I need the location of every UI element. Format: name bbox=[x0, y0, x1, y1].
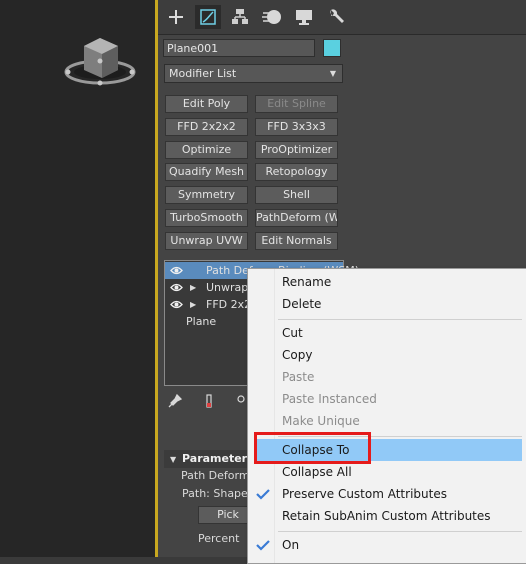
menu-item-collapse-all[interactable]: Collapse All bbox=[248, 461, 526, 483]
modifier-list-label: Modifier List bbox=[169, 67, 237, 80]
modifier-button[interactable]: Shell bbox=[255, 186, 338, 205]
modifier-button[interactable]: Unwrap UVW bbox=[165, 231, 248, 250]
stack-item-label: Plane bbox=[186, 315, 217, 328]
hierarchy-tab[interactable] bbox=[227, 5, 253, 29]
menu-item-label: On bbox=[282, 538, 300, 552]
eye-icon[interactable] bbox=[170, 282, 183, 293]
menu-item-delete[interactable]: Delete bbox=[248, 293, 526, 315]
stack-item-label: Unwrap bbox=[206, 281, 249, 294]
modifier-list-dropdown[interactable]: Modifier List ▼ bbox=[164, 64, 343, 83]
make-unique-icon[interactable] bbox=[236, 394, 246, 413]
menu-item-paste[interactable]: Paste bbox=[248, 366, 526, 388]
parameters-rollout-title: Parameters bbox=[182, 452, 254, 465]
menu-item-label: Collapse All bbox=[282, 465, 352, 479]
modify-tab[interactable] bbox=[195, 5, 221, 29]
object-color-swatch[interactable] bbox=[323, 39, 341, 57]
menu-separator bbox=[278, 319, 522, 320]
menu-item-label: Paste Instanced bbox=[282, 392, 377, 406]
menu-item-label: Copy bbox=[282, 348, 313, 362]
menu-item-on[interactable]: On bbox=[248, 534, 526, 556]
modifier-button[interactable]: Edit Spline bbox=[255, 95, 338, 113]
menu-item-retain-subanim-custom-attributes[interactable]: Retain SubAnim Custom Attributes bbox=[248, 505, 526, 527]
create-tab[interactable] bbox=[163, 5, 189, 29]
collapse-triangle-icon: ▼ bbox=[170, 455, 177, 464]
motion-tab[interactable] bbox=[259, 5, 285, 29]
hierarchy-icon bbox=[232, 9, 248, 24]
chevron-down-icon: ▼ bbox=[329, 69, 336, 78]
checkmark-icon bbox=[256, 540, 270, 551]
modifier-button[interactable]: PathDeform (WSM bbox=[255, 209, 338, 227]
eye-icon[interactable] bbox=[170, 265, 183, 276]
viewport[interactable] bbox=[0, 0, 155, 557]
motion-icon bbox=[262, 10, 281, 24]
expand-triangle-icon[interactable]: ▶ bbox=[190, 296, 196, 313]
path-deform-group-label: Path Deform bbox=[181, 469, 250, 482]
expand-triangle-icon[interactable]: ▶ bbox=[190, 279, 196, 296]
modifier-button[interactable]: TurboSmooth bbox=[165, 209, 248, 227]
modifier-button[interactable]: FFD 3x3x3 bbox=[255, 117, 338, 136]
menu-item-label: Rename bbox=[282, 275, 332, 289]
menu-item-rename[interactable]: Rename bbox=[248, 271, 526, 293]
modifier-button[interactable]: ProOptimizer bbox=[255, 140, 338, 159]
menu-separator bbox=[278, 531, 522, 532]
stack-item-label: FFD 2x2 bbox=[206, 298, 252, 311]
annotation-highlight-box bbox=[254, 432, 371, 464]
modifier-button[interactable]: Edit Normals bbox=[255, 231, 338, 250]
box-object-icon bbox=[64, 38, 136, 86]
path-value-label: Path: Shape0 bbox=[182, 487, 255, 500]
bend-icon bbox=[200, 9, 216, 25]
menu-item-label: Paste bbox=[282, 370, 315, 384]
menu-item-paste-instanced[interactable]: Paste Instanced bbox=[248, 388, 526, 410]
percent-label: Percent bbox=[198, 532, 240, 545]
display-icon bbox=[296, 10, 312, 25]
modifier-button[interactable]: Optimize bbox=[165, 140, 248, 159]
show-end-result-icon[interactable] bbox=[204, 394, 214, 413]
context-menu: Rename Delete Cut Copy Paste Paste Instanced M… bbox=[247, 268, 526, 564]
modifier-button[interactable]: Quadify Mesh bbox=[165, 163, 248, 182]
menu-item-make-unique[interactable]: Make Unique bbox=[248, 410, 526, 432]
menu-item-label: Delete bbox=[282, 297, 322, 311]
modifier-button[interactable]: Symmetry bbox=[165, 186, 248, 205]
plus-icon bbox=[169, 10, 183, 24]
checkmark-icon bbox=[256, 489, 270, 500]
wrench-icon bbox=[330, 9, 344, 23]
command-panel-tabs bbox=[158, 0, 526, 35]
menu-item-label: Cut bbox=[282, 326, 303, 340]
menu-item-cut[interactable]: Cut bbox=[248, 322, 526, 344]
menu-item-label: Retain SubAnim Custom Attributes bbox=[282, 509, 491, 523]
display-tab[interactable] bbox=[291, 5, 317, 29]
modifier-button[interactable]: FFD 2x2x2 bbox=[165, 117, 248, 136]
menu-item-preserve-custom-attributes[interactable]: Preserve Custom Attributes bbox=[248, 483, 526, 505]
eye-icon[interactable] bbox=[170, 299, 183, 310]
menu-item-label: Make Unique bbox=[282, 414, 360, 428]
menu-item-copy[interactable]: Copy bbox=[248, 344, 526, 366]
modifier-button[interactable]: Retopology bbox=[255, 163, 338, 182]
modifier-button[interactable]: Edit Poly bbox=[165, 95, 248, 113]
pin-stack-icon[interactable] bbox=[168, 393, 183, 411]
utilities-tab[interactable] bbox=[323, 5, 349, 29]
object-name-field[interactable]: Plane001 bbox=[163, 39, 315, 57]
menu-item-label: Preserve Custom Attributes bbox=[282, 487, 447, 501]
